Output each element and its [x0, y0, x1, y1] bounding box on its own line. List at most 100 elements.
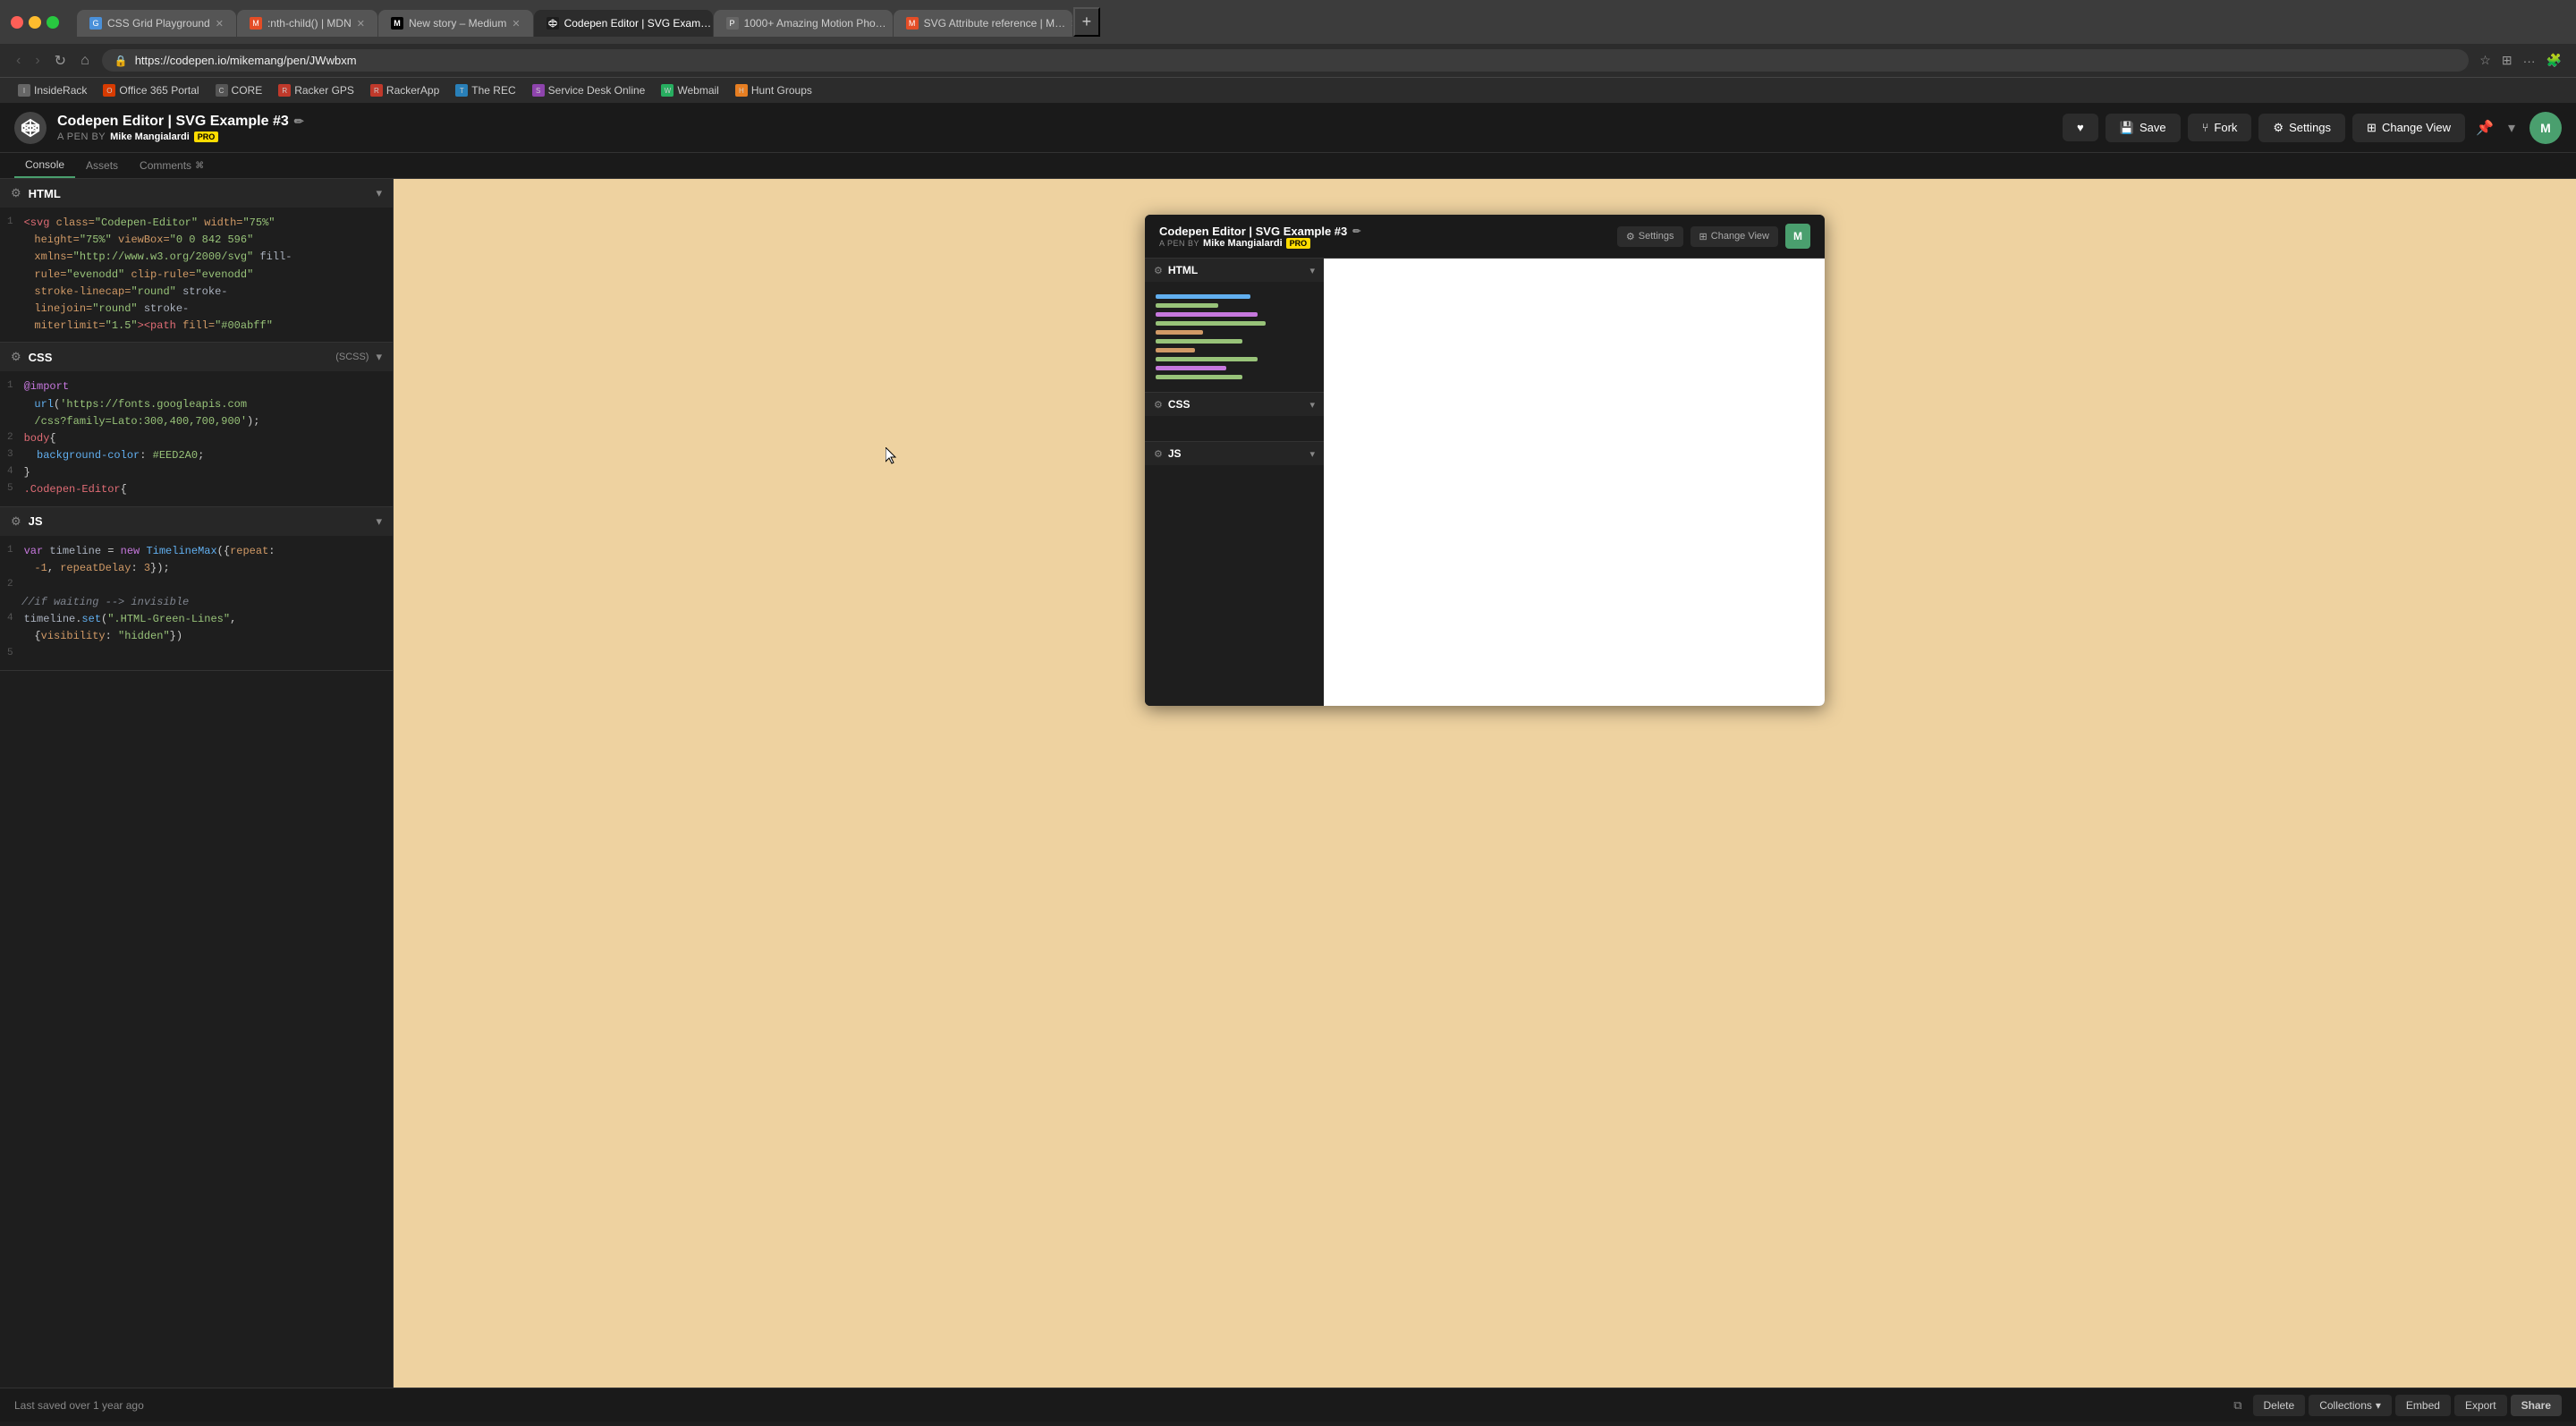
- bookmark-webmail[interactable]: W Webmail: [654, 81, 725, 99]
- save-icon: 💾: [2120, 121, 2134, 135]
- embed-edit-icon[interactable]: ✏: [1352, 225, 1360, 237]
- sidebar-toggle-button[interactable]: ⊞: [2498, 49, 2516, 72]
- bookmark-label-the-rec: The REC: [471, 84, 515, 97]
- code-lines-visualization: [1150, 289, 1318, 385]
- address-bar[interactable]: 🔒 https://codepen.io/mikemang/pen/JWwbxm: [102, 49, 2470, 72]
- bookmark-label-core: CORE: [232, 84, 263, 97]
- share-button[interactable]: Share: [2511, 1395, 2562, 1416]
- bookmark-office365[interactable]: O Office 365 Portal: [96, 81, 206, 99]
- tab-codepen[interactable]: Codepen Editor | SVG Exam… ✕: [534, 10, 713, 37]
- tab-close-nth-child[interactable]: ✕: [357, 18, 365, 30]
- tab-css-grid[interactable]: G CSS Grid Playground ✕: [77, 10, 236, 37]
- embed-actions: ⚙ Settings ⊞ Change View M: [1617, 224, 1810, 249]
- user-avatar[interactable]: M: [2529, 112, 2562, 144]
- code-line: 5: [0, 646, 393, 663]
- codepen-title-area: Codepen Editor | SVG Example #3 ✏ A PEN …: [57, 114, 2063, 142]
- tab-svg-attr[interactable]: M SVG Attribute reference | M… ✕: [894, 10, 1072, 37]
- embed-html-panel-title: HTML: [1168, 264, 1305, 276]
- code-bar: [1156, 303, 1218, 308]
- chevron-down-button[interactable]: ▾: [2504, 115, 2519, 140]
- code-bar: [1156, 312, 1258, 317]
- nav-actions: ☆ ⊞ ··· 🧩: [2476, 49, 2565, 72]
- html-gear-icon[interactable]: ⚙: [11, 186, 21, 200]
- code-bar: [1156, 366, 1226, 370]
- delete-button[interactable]: Delete: [2253, 1395, 2306, 1416]
- embed-js-toggle[interactable]: ▾: [1309, 448, 1315, 460]
- codepen-header: Codepen Editor | SVG Example #3 ✏ A PEN …: [0, 103, 2576, 153]
- more-options-button[interactable]: ···: [2520, 49, 2539, 72]
- comments-tab[interactable]: Comments ⌘: [129, 153, 215, 178]
- close-window-button[interactable]: [11, 16, 23, 29]
- embed-pro-badge: PRO: [1286, 238, 1311, 249]
- js-gear-icon[interactable]: ⚙: [11, 514, 21, 529]
- assets-tab[interactable]: Assets: [75, 153, 129, 178]
- bookmark-icon-insiderack: I: [18, 84, 30, 97]
- bookmark-racker-gps[interactable]: R Racker GPS: [271, 81, 361, 99]
- fork-icon: ⑂: [2202, 121, 2209, 134]
- code-bar: [1156, 294, 1250, 299]
- code-line: -1, repeatDelay: 3});: [0, 560, 393, 577]
- embed-button[interactable]: Embed: [2395, 1395, 2451, 1416]
- tab-close-motion[interactable]: ✕: [892, 18, 893, 30]
- tab-close-svg-attr[interactable]: ✕: [1071, 18, 1072, 30]
- tab-close-css-grid[interactable]: ✕: [216, 18, 224, 30]
- html-panel-toggle[interactable]: ▾: [376, 186, 382, 200]
- bookmark-hunt-groups[interactable]: H Hunt Groups: [728, 81, 819, 99]
- embed-css-toggle[interactable]: ▾: [1309, 399, 1315, 411]
- bookmark-insiderack[interactable]: I InsideRack: [11, 81, 94, 99]
- minimize-window-button[interactable]: [29, 16, 41, 29]
- html-code-area[interactable]: 1 <svg class="Codepen-Editor" width="75%…: [0, 208, 393, 342]
- css-panel-toggle[interactable]: ▾: [376, 350, 382, 364]
- bookmarks-button[interactable]: ☆: [2476, 49, 2495, 72]
- code-bar: [1156, 321, 1266, 326]
- tab-new-story[interactable]: M New story – Medium ✕: [378, 10, 533, 37]
- change-view-button[interactable]: ⊞ Change View: [2352, 114, 2465, 142]
- bookmark-icon-office365: O: [103, 84, 115, 97]
- embed-body: ⚙ HTML ▾: [1145, 259, 1825, 706]
- author-name[interactable]: Mike Mangialardi: [110, 132, 190, 142]
- new-tab-button[interactable]: +: [1073, 7, 1101, 37]
- maximize-window-button[interactable]: [47, 16, 59, 29]
- open-in-new-tab-icon[interactable]: ⧉: [2233, 1398, 2241, 1413]
- bookmark-core[interactable]: C CORE: [208, 81, 270, 99]
- tab-nth-child[interactable]: M :nth-child() | MDN ✕: [237, 10, 377, 37]
- export-button[interactable]: Export: [2454, 1395, 2507, 1416]
- embed-html-panel: ⚙ HTML ▾: [1145, 259, 1324, 393]
- embed-html-toggle[interactable]: ▾: [1309, 265, 1315, 276]
- tab-close-new-story[interactable]: ✕: [512, 18, 520, 30]
- back-button[interactable]: ‹: [11, 50, 26, 72]
- console-tab[interactable]: Console: [14, 153, 75, 178]
- collections-dropdown-icon[interactable]: ▾: [2376, 1399, 2381, 1412]
- fork-button[interactable]: ⑂ Fork: [2188, 114, 2252, 141]
- tab-motion[interactable]: P 1000+ Amazing Motion Pho… ✕: [714, 10, 893, 37]
- bookmark-label-racker-gps: Racker GPS: [294, 84, 354, 97]
- forward-button[interactable]: ›: [30, 50, 45, 72]
- code-line: 2 body{: [0, 430, 393, 447]
- js-panel-toggle[interactable]: ▾: [376, 514, 382, 529]
- embed-js-panel: ⚙ JS ▾: [1145, 442, 1324, 465]
- bookmark-label-hunt-groups: Hunt Groups: [751, 84, 812, 97]
- edit-title-icon[interactable]: ✏: [294, 115, 304, 129]
- home-button[interactable]: ⌂: [75, 50, 95, 72]
- last-saved-text: Last saved over 1 year ago: [14, 1399, 2219, 1412]
- js-panel-content: 1 var timeline = new TimelineMax({repeat…: [0, 536, 393, 670]
- heart-button[interactable]: ♥: [2063, 114, 2098, 141]
- save-button[interactable]: 💾 Save: [2106, 114, 2181, 142]
- embed-change-view-button[interactable]: ⊞ Change View: [1690, 226, 1778, 247]
- css-code-area[interactable]: 1 @import url('https://fonts.googleapis.…: [0, 371, 393, 505]
- bookmark-the-rec[interactable]: T The REC: [448, 81, 522, 99]
- tab-favicon-codepen: [547, 17, 559, 30]
- embed-settings-button[interactable]: ⚙ Settings: [1617, 226, 1683, 247]
- css-gear-icon[interactable]: ⚙: [11, 350, 21, 364]
- collections-button[interactable]: Collections ▾: [2309, 1395, 2392, 1416]
- bookmark-service-desk[interactable]: S Service Desk Online: [525, 81, 653, 99]
- extensions-button[interactable]: 🧩: [2543, 49, 2565, 72]
- code-line: 2: [0, 577, 393, 594]
- embed-title-text: Codepen Editor | SVG Example #3: [1159, 225, 1347, 238]
- pin-button[interactable]: 📌: [2472, 115, 2497, 140]
- js-code-area[interactable]: 1 var timeline = new TimelineMax({repeat…: [0, 536, 393, 670]
- bookmark-rackerapp[interactable]: R RackerApp: [363, 81, 446, 99]
- js-panel-header: ⚙ JS ▾: [0, 507, 393, 536]
- settings-button[interactable]: ⚙ Settings: [2258, 114, 2345, 142]
- refresh-button[interactable]: ↻: [49, 50, 72, 72]
